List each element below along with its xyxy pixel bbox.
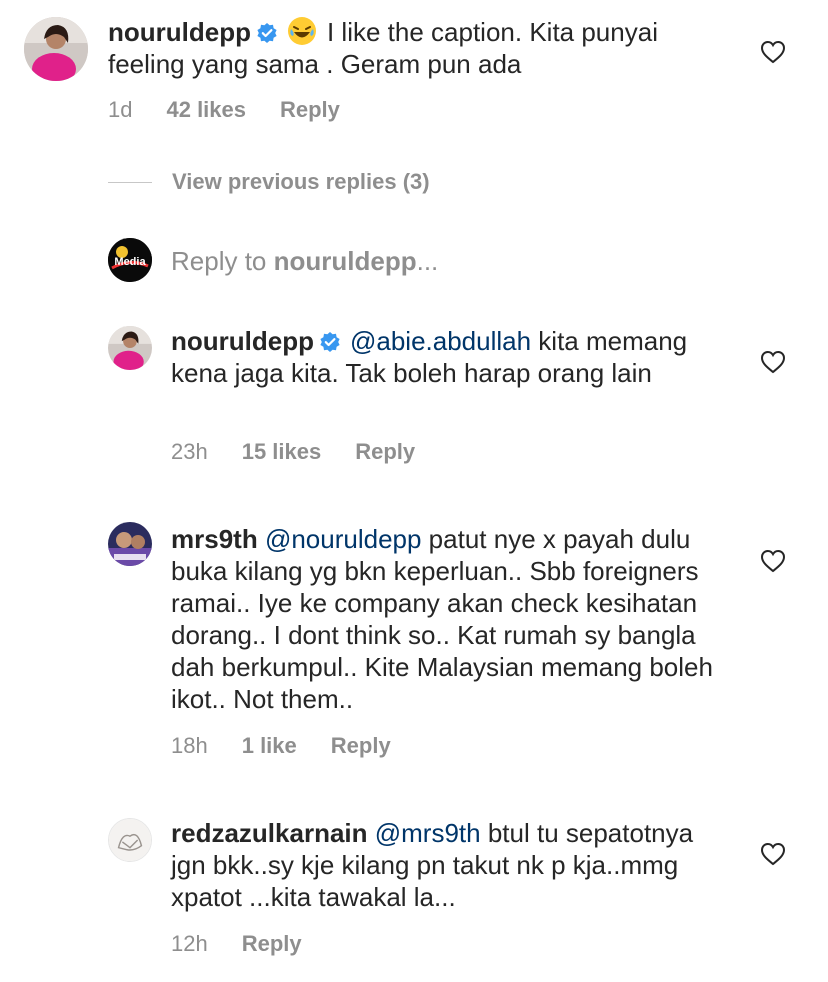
comment-username[interactable]: nouruldepp	[108, 17, 251, 47]
reply-reply-button[interactable]: Reply	[331, 732, 391, 760]
reply-likes[interactable]: 1 like	[242, 732, 297, 760]
comment-likes[interactable]: 42 likes	[166, 96, 246, 124]
verified-badge-icon	[257, 23, 277, 43]
reply-username[interactable]: redzazulkarnain	[171, 818, 368, 848]
comment-time: 1d	[108, 97, 133, 122]
reply-body: redzazulkarnain @mrs9th btul tu sepatotn…	[171, 817, 731, 913]
reply-body: mrs9th @nouruldepp patut nye x payah dul…	[171, 523, 731, 715]
avatar-image	[109, 819, 151, 861]
avatar-redzazulkarnain[interactable]	[108, 818, 152, 862]
divider-line	[108, 181, 152, 183]
avatar-image	[24, 17, 88, 81]
avatar-mrs9th[interactable]	[108, 522, 152, 566]
reply-meta: 18h 1 like Reply	[171, 732, 391, 760]
avatar-image	[108, 326, 152, 370]
reply-likes[interactable]: 15 likes	[242, 438, 322, 466]
media-logo: Media	[108, 238, 152, 282]
reply-time: 23h	[171, 439, 208, 464]
reply-mention[interactable]: @mrs9th	[375, 818, 481, 848]
heart-icon[interactable]	[760, 40, 786, 64]
reply-mention[interactable]: @nouruldepp	[265, 524, 422, 554]
reply-reply-button[interactable]: Reply	[242, 930, 302, 958]
comment-reply-button[interactable]: Reply	[280, 96, 340, 124]
reply-reply-button[interactable]: Reply	[355, 438, 415, 466]
reply-time: 18h	[171, 733, 208, 758]
reply-input-suffix: ...	[416, 246, 439, 276]
reply-mention[interactable]: @abie.abdullah	[350, 326, 531, 356]
reply-body: nouruldepp @abie.abdullah kita memang ken…	[171, 325, 731, 389]
reply-meta: 23h 15 likes Reply	[171, 438, 415, 466]
laughing-emoji-icon	[287, 17, 316, 45]
reply-time: 12h	[171, 931, 208, 956]
comment-body: nouruldepp I like the caption. Kita punya…	[108, 16, 738, 80]
heart-icon[interactable]	[760, 350, 786, 374]
heart-icon[interactable]	[760, 842, 786, 866]
reply-username[interactable]: nouruldepp	[171, 326, 314, 356]
media-logo-text: Media	[114, 256, 146, 268]
comment-meta: 1d 42 likes Reply	[108, 96, 340, 124]
reply-meta: 12h Reply	[171, 930, 302, 958]
reply-input-target: nouruldepp	[273, 246, 417, 276]
avatar-nouruldepp[interactable]	[24, 17, 88, 81]
avatar-image	[108, 522, 152, 566]
reply-input-prefix: Reply to	[171, 246, 274, 276]
reply-username[interactable]: mrs9th	[171, 524, 258, 554]
verified-badge-icon	[320, 332, 340, 352]
view-previous-replies-label: View previous replies (3)	[172, 169, 430, 194]
view-previous-replies[interactable]: View previous replies (3)	[108, 168, 430, 196]
avatar-nouruldepp[interactable]	[108, 326, 152, 370]
current-user-avatar: Media	[108, 238, 152, 282]
reply-input-field[interactable]: Reply to nouruldepp...	[171, 245, 438, 277]
heart-icon[interactable]	[760, 549, 786, 573]
